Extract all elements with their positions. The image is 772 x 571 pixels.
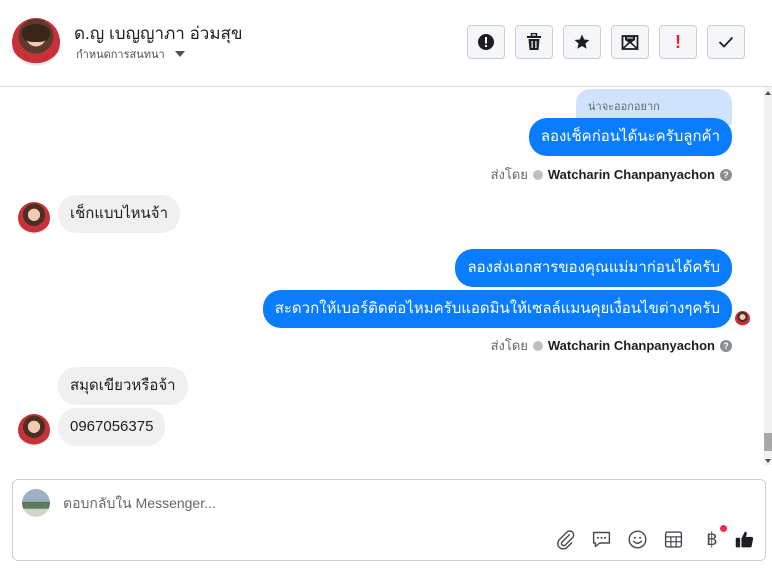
mark-done-button[interactable] (707, 25, 745, 59)
help-icon[interactable]: ? (720, 168, 732, 181)
scroll-up-arrow-icon[interactable] (765, 91, 771, 95)
saved-reply-icon (592, 531, 610, 547)
incoming-message[interactable]: เช็กแบบไหนจ้า (58, 195, 180, 233)
sent-by-label: ส่งโดย (490, 167, 528, 182)
important-icon: ! (675, 31, 681, 52)
verified-icon (532, 340, 543, 351)
quoted-text: น่าจะออกอยาก (588, 101, 660, 113)
contact-name[interactable]: ด.ญ เบญญาภา อ่วมสุข (74, 20, 243, 47)
outgoing-message[interactable]: สะดวกให้เบอร์ติดต่อไหมครับแอดมินให้เซลล์… (262, 290, 732, 328)
message-thread[interactable]: น่าจะออกอยาก ลองเช็คก่อนได้นะครับลูกค้า … (0, 87, 772, 467)
contact-avatar-small (18, 414, 50, 446)
contact-avatar-small (18, 202, 50, 234)
report-icon (478, 34, 494, 50)
schedule-dropdown[interactable]: กำหนดการสนทนา (76, 45, 185, 63)
reply-input[interactable] (61, 494, 545, 512)
notification-dot (720, 525, 727, 532)
payment-icon: ฿ (706, 528, 718, 549)
important-button[interactable]: ! (659, 25, 697, 59)
report-button[interactable] (467, 25, 505, 59)
like-icon (735, 531, 753, 547)
reply-composer: ฿ (12, 479, 766, 561)
mark-unread-button[interactable] (611, 25, 649, 59)
delete-button[interactable] (515, 25, 553, 59)
caret-down-icon (174, 51, 185, 57)
page-avatar (22, 489, 50, 517)
emoji-button[interactable] (625, 527, 649, 551)
scrollbar-thumb[interactable] (764, 433, 772, 451)
help-icon[interactable]: ? (720, 339, 732, 352)
emoji-icon (627, 529, 647, 549)
verified-icon (532, 169, 543, 180)
attachment-icon (556, 529, 574, 550)
sender-name[interactable]: Watcharin Chanpanyachon (548, 167, 715, 182)
conversation-header: ด.ญ เบญญาภา อ่วมสุข กำหนดการสนทนา ! (0, 0, 772, 87)
appointment-button[interactable] (661, 527, 685, 551)
star-button[interactable] (563, 25, 601, 59)
scrollbar[interactable] (764, 87, 772, 465)
sent-by-label: ส่งโดย (490, 338, 528, 353)
mark-unread-icon (621, 35, 639, 50)
payment-button[interactable]: ฿ (697, 525, 727, 551)
star-icon (574, 34, 590, 49)
sent-by-row: ส่งโดย Watcharin Chanpanyachon ? (491, 164, 732, 185)
sent-by-row: ส่งโดย Watcharin Chanpanyachon ? (491, 335, 732, 356)
scroll-down-arrow-icon[interactable] (765, 459, 771, 463)
outgoing-message[interactable]: ลองส่งเอกสารของคุณแม่มาก่อนได้ครับ (455, 249, 732, 287)
contact-avatar[interactable] (12, 18, 60, 66)
saved-replies-button[interactable] (589, 527, 613, 551)
outgoing-message[interactable]: ลองเช็คก่อนได้นะครับลูกค้า (528, 118, 732, 156)
seen-avatar (735, 311, 750, 326)
attach-button[interactable] (553, 527, 577, 551)
schedule-label: กำหนดการสนทนา (76, 49, 165, 61)
trash-icon (527, 33, 541, 50)
sender-name[interactable]: Watcharin Chanpanyachon (548, 338, 715, 353)
like-button[interactable] (732, 527, 756, 551)
incoming-message[interactable]: สมุดเขียวหรือจ้า (58, 367, 188, 405)
done-check-icon (718, 36, 734, 48)
appointment-icon (664, 530, 682, 548)
incoming-message[interactable]: 0967056375 (58, 408, 166, 446)
